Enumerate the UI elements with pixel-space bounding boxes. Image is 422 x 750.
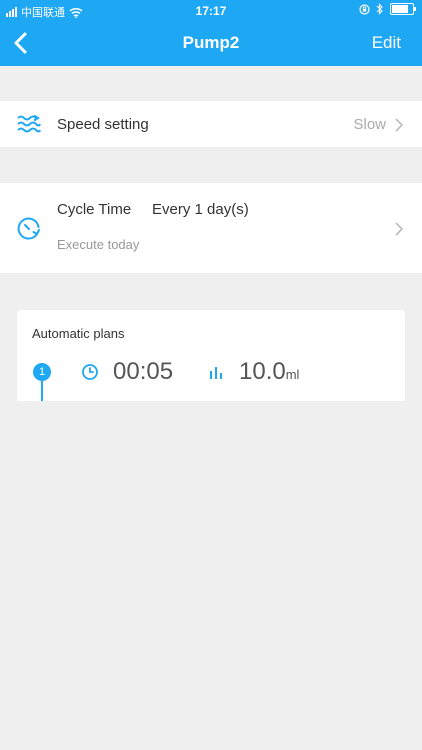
speed-setting-row[interactable]: Speed setting Slow [0, 101, 422, 147]
cycle-time-value: Every 1 day(s) [152, 201, 249, 218]
cycle-time-label: Cycle Time [57, 201, 132, 218]
speed-setting-label: Speed setting [57, 116, 149, 133]
chevron-right-icon [395, 222, 404, 236]
status-bar: 中国联通 17:17 [0, 0, 422, 22]
orientation-lock-icon [359, 3, 370, 15]
timeline-line [41, 381, 43, 401]
plan-amount-value: 10.0 [239, 358, 286, 385]
page-title: Pump2 [182, 33, 240, 52]
bluetooth-icon [376, 3, 383, 15]
app-header: 中国联通 17:17 Pump2 Edit [0, 0, 422, 66]
automatic-plans-title: Automatic plans [32, 326, 125, 341]
bars-icon [210, 367, 222, 379]
plan-index-badge: 1 [33, 363, 51, 381]
plan-time: 00:05 [113, 358, 174, 385]
plan-amount-unit: ml [285, 367, 300, 382]
battery-icon [390, 3, 416, 15]
automatic-plans-panel: Automatic plans 1 00:05 10.0ml [17, 310, 405, 401]
status-right [359, 3, 416, 15]
speed-setting-value: Slow [353, 116, 386, 133]
waves-icon [17, 114, 41, 133]
cycle-execute-text: Execute today [57, 237, 140, 252]
edit-button[interactable]: Edit [372, 33, 401, 53]
plan-amount: 10.0ml [239, 358, 299, 386]
timer-icon [17, 217, 40, 240]
chevron-right-icon [395, 118, 404, 132]
clock-icon [82, 364, 98, 380]
cycle-time-row[interactable]: Cycle Time Every 1 day(s) Execute today [0, 183, 422, 273]
